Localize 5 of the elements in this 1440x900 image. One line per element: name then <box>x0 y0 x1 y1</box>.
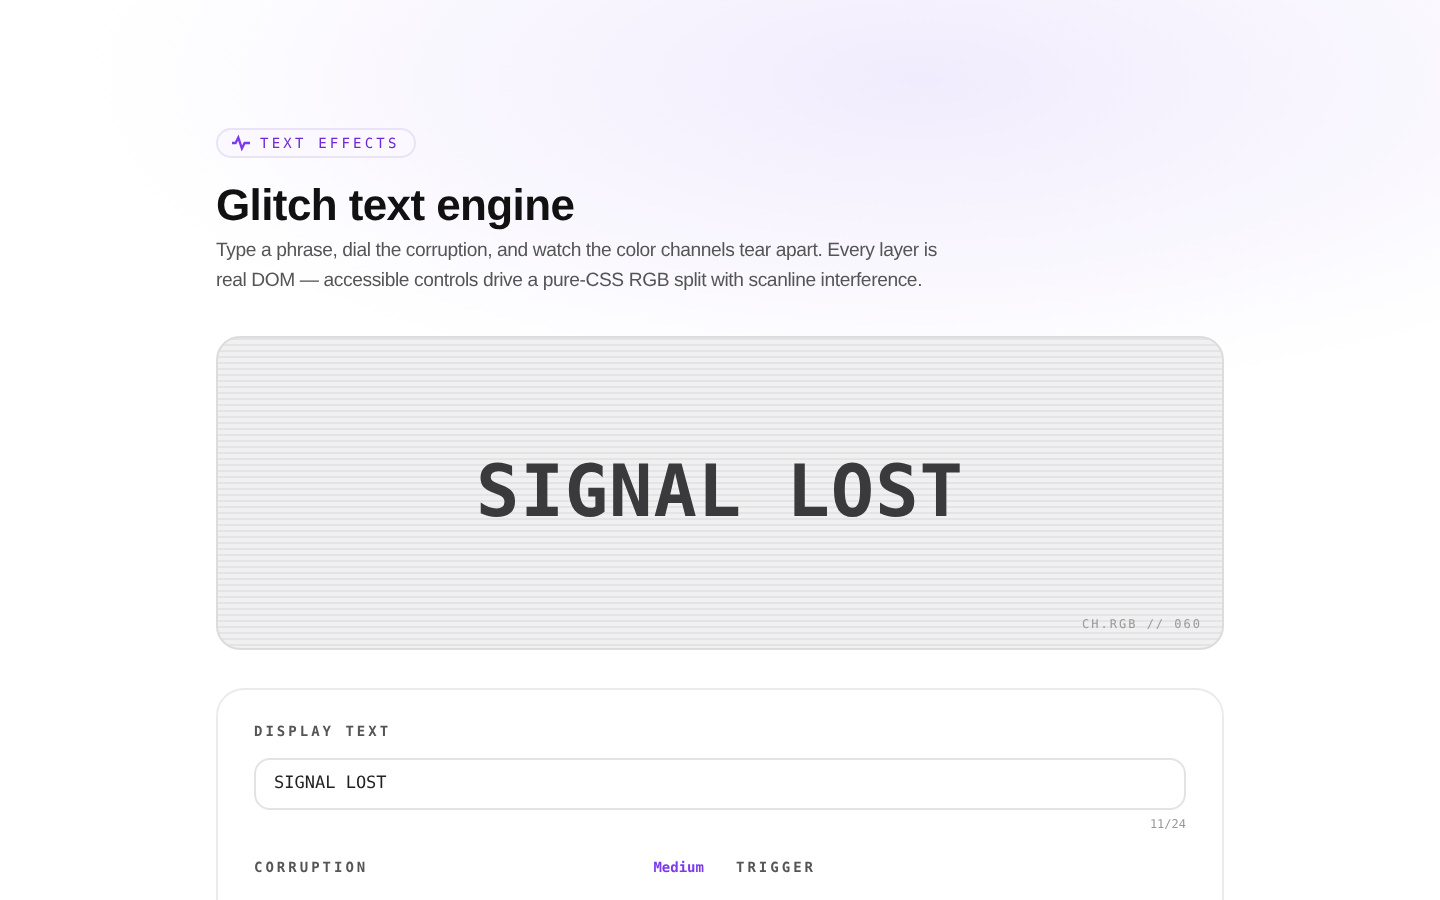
page-title: Glitch text engine <box>216 180 577 232</box>
glitch-text: SIGNAL LOST <box>476 452 964 534</box>
display-text-field[interactable]: SIGNAL LOST <box>254 758 1186 810</box>
pulse-icon <box>232 134 250 152</box>
description: Type a phrase, dial the corruption, and watch the color channels tear apart. Every layer is real DOM — accessible controls drive a pure-CSS RGB split with scanline interference. <box>216 238 939 296</box>
